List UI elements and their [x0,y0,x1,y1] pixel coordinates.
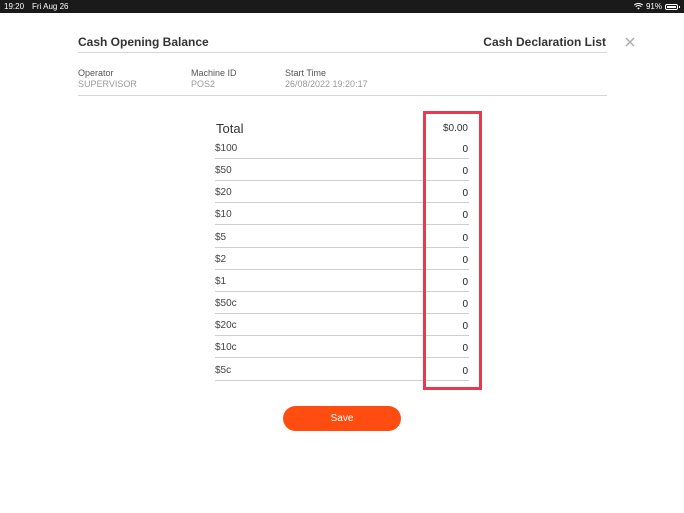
denomination-label: $10 [215,209,232,220]
status-bar: 19:20 Fri Aug 26 91% [0,0,684,13]
save-button[interactable]: Save [283,406,401,431]
start-time-label: Start Time [285,68,327,78]
denomination-label: $50 [215,165,232,176]
header-divider [78,52,607,53]
page-title: Cash Opening Balance [78,35,209,49]
highlight-box [423,111,482,390]
status-right: 91% [633,0,680,13]
status-date: Fri Aug 26 [32,2,69,11]
start-time-value: 26/08/2022 19:20:17 [285,79,368,89]
denomination-label: $20c [215,320,237,331]
machine-info: Machine ID POS2 [191,68,237,89]
battery-icon [665,3,680,10]
info-divider [78,95,607,96]
denomination-label: $20 [215,187,232,198]
wifi-icon [633,3,643,10]
denomination-label: $1 [215,276,227,287]
denomination-label: $5c [215,365,232,376]
denomination-label: $2 [215,254,227,265]
operator-value: SUPERVISOR [78,79,137,89]
denomination-label: $5 [215,232,227,243]
cash-declaration-list-link[interactable]: Cash Declaration List [483,35,606,49]
denomination-label: $10c [215,342,237,353]
close-icon[interactable] [623,35,637,49]
machine-label: Machine ID [191,68,237,78]
operator-info: Operator SUPERVISOR [78,68,137,89]
denomination-label: $50c [215,298,237,309]
denomination-label: $100 [215,143,238,154]
battery-percent: 91% [645,2,662,11]
start-time-info: Start Time 26/08/2022 19:20:17 [285,68,368,89]
total-label: Total [216,121,244,136]
status-time: 19:20 [4,2,25,11]
machine-value: POS2 [191,79,216,89]
operator-label: Operator [78,68,114,78]
